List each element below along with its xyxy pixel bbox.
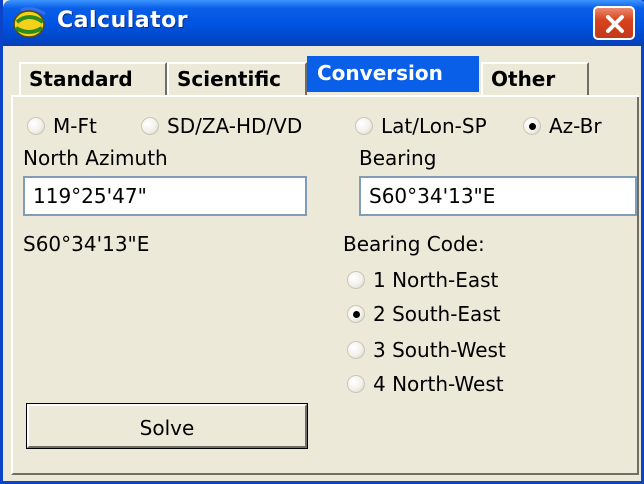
- radio-dot: [355, 117, 373, 135]
- tab-conversion[interactable]: Conversion: [307, 56, 479, 92]
- bearing-code-label: Bearing Code:: [343, 232, 485, 256]
- close-icon: [606, 15, 624, 33]
- bearing-input[interactable]: S60°34'13"E: [359, 176, 637, 216]
- bearing-code-radio-south-west[interactable]: 3 South-West: [347, 338, 506, 362]
- mode-label-m-ft: M-Ft: [53, 114, 97, 138]
- radio-dot: [347, 341, 365, 359]
- mode-label-lat-lon-sp: Lat/Lon-SP: [381, 114, 487, 138]
- bearing-code-option-label: 3 South-West: [373, 338, 506, 362]
- close-button[interactable]: [593, 6, 635, 40]
- solve-button[interactable]: Solve: [26, 403, 308, 449]
- north-azimuth-input[interactable]: 119°25'47": [23, 176, 307, 216]
- bearing-code-option-label: 4 North-West: [373, 372, 504, 396]
- bearing-code-radio-south-east[interactable]: 2 South-East: [347, 302, 501, 326]
- window-title: Calculator: [57, 8, 189, 33]
- radio-dot: [347, 271, 365, 289]
- radio-dot: [27, 117, 45, 135]
- tab-strip: Standard Scientific Conversion Other: [11, 56, 639, 96]
- mode-label-sd-za-hd-vd: SD/ZA-HD/VD: [167, 114, 303, 138]
- bearing-code-radio-north-east[interactable]: 1 North-East: [347, 268, 498, 292]
- radio-dot: [141, 117, 159, 135]
- mode-radio-sd-za-hd-vd[interactable]: SD/ZA-HD/VD: [141, 114, 302, 138]
- radio-dot: [347, 375, 365, 393]
- bearing-code-option-label: 2 South-East: [373, 302, 501, 326]
- bearing-code-radio-north-west[interactable]: 4 North-West: [347, 372, 504, 396]
- calculator-window: Calculator Standard Scientific Conversio…: [0, 0, 644, 484]
- mode-label-az-br: Az-Br: [549, 114, 602, 138]
- mode-radio-az-br[interactable]: Az-Br: [523, 114, 602, 138]
- mode-radio-lat-lon-sp[interactable]: Lat/Lon-SP: [355, 114, 487, 138]
- radio-dot-checked: [347, 305, 365, 323]
- radio-dot-checked: [523, 117, 541, 135]
- bearing-label: Bearing: [359, 146, 437, 170]
- tab-scientific[interactable]: Scientific: [167, 62, 307, 96]
- tab-other[interactable]: Other: [481, 62, 589, 96]
- azimuth-result-text: S60°34'13"E: [23, 232, 150, 256]
- bearing-code-option-label: 1 North-East: [373, 268, 499, 292]
- globe-icon: [13, 7, 46, 38]
- title-bar[interactable]: Calculator: [3, 0, 644, 46]
- tab-standard[interactable]: Standard: [19, 62, 167, 96]
- north-azimuth-label: North Azimuth: [23, 146, 168, 170]
- mode-radio-m-ft[interactable]: M-Ft: [27, 114, 97, 138]
